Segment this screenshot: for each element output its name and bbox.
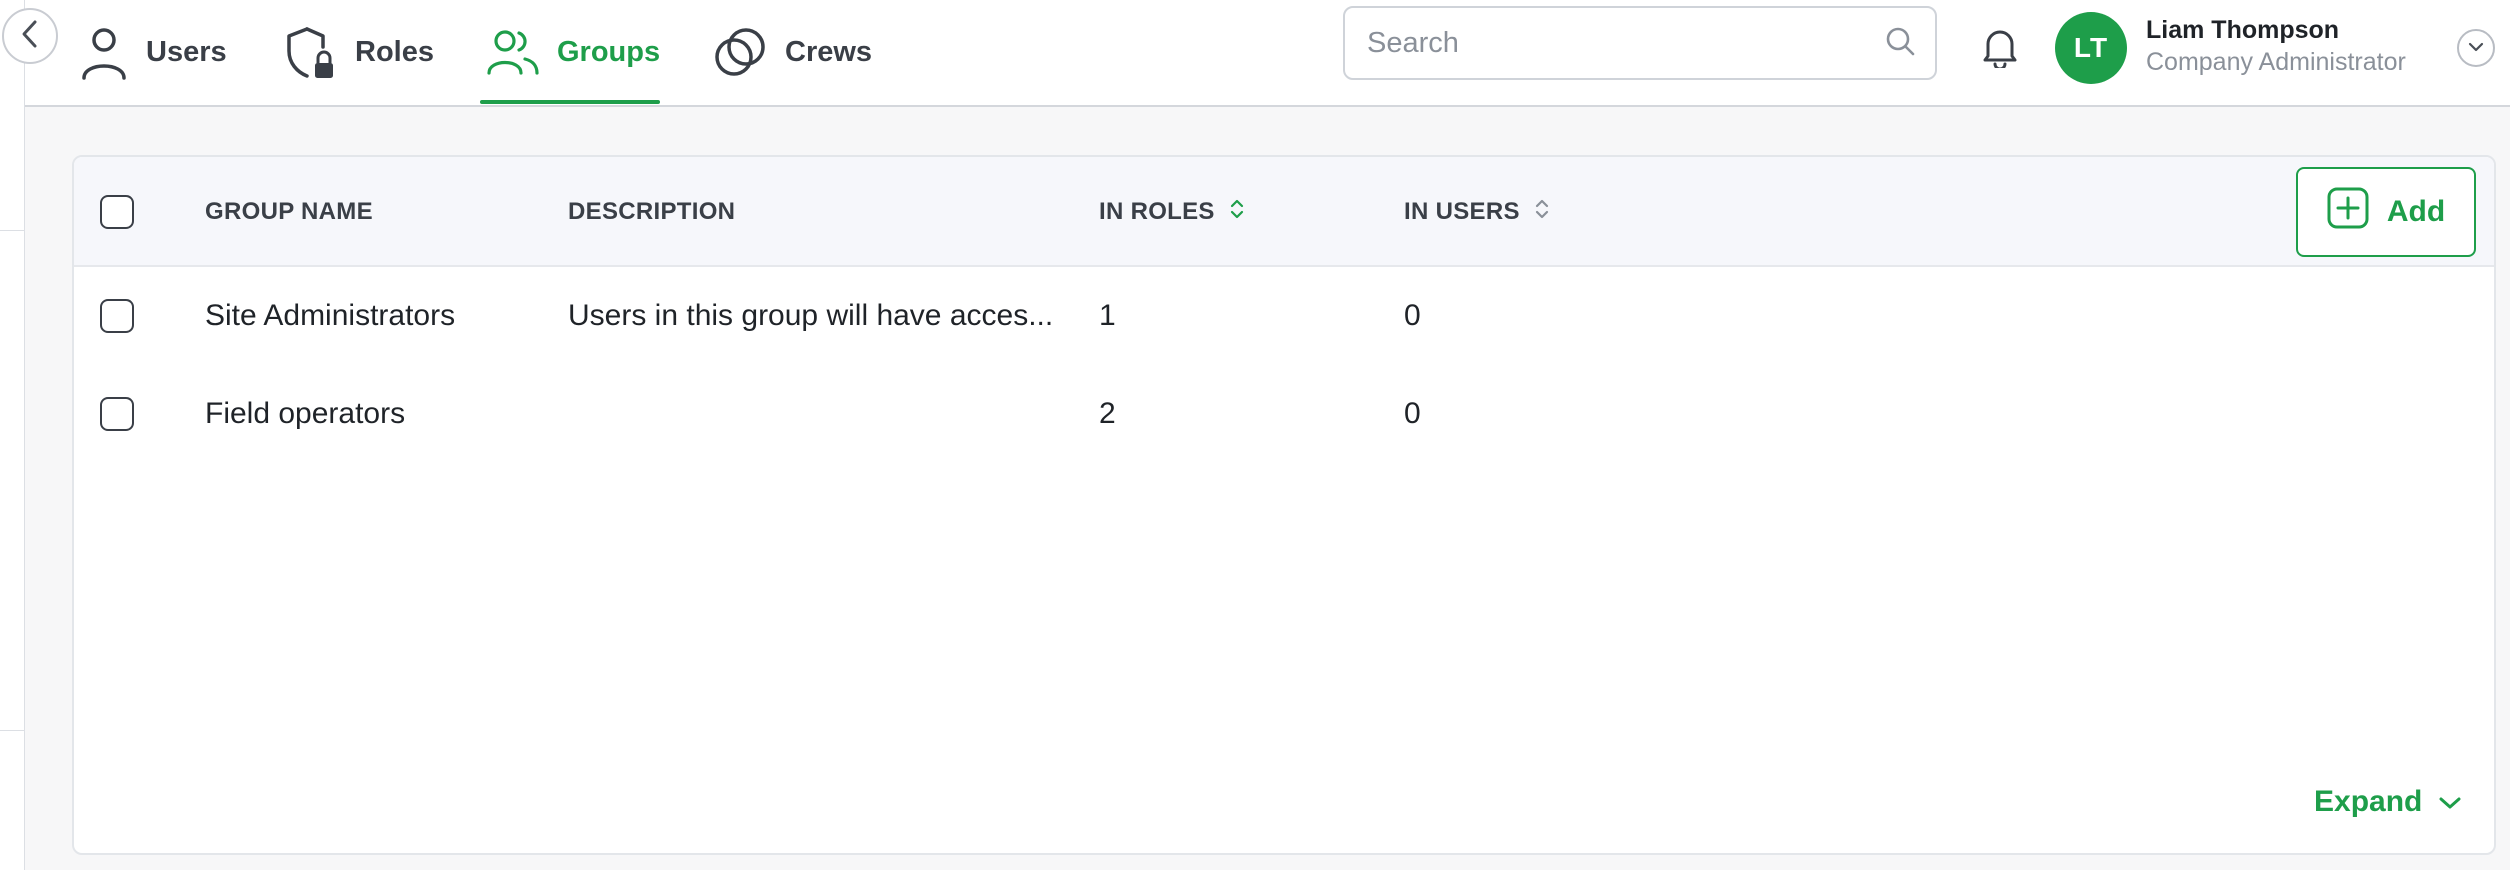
groups-table-card: GROUP NAME DESCRIPTION IN ROLES IN USERS — [72, 155, 2496, 855]
sort-icon[interactable] — [1534, 197, 1550, 228]
column-header-group-name: GROUP NAME — [205, 157, 373, 267]
column-header-label: DESCRIPTION — [568, 198, 736, 225]
in-users-cell: 0 — [1404, 299, 1421, 332]
sort-icon[interactable] — [1229, 197, 1245, 228]
tab-roles[interactable]: Roles — [285, 0, 434, 105]
description-cell: Users in this group will have acces... — [568, 299, 1054, 332]
tab-roles-label: Roles — [355, 36, 434, 68]
column-header-label: IN ROLES — [1099, 198, 1215, 225]
column-header-label: GROUP NAME — [205, 198, 373, 225]
row-checkbox[interactable] — [100, 299, 134, 333]
left-rail — [0, 0, 25, 870]
user-name: Liam Thompson — [2146, 16, 2340, 44]
crews-icon — [713, 26, 767, 80]
search-input[interactable] — [1367, 26, 1885, 60]
add-button-label: Add — [2386, 195, 2446, 228]
tab-groups-label: Groups — [557, 36, 661, 68]
search-icon — [1885, 26, 1915, 61]
in-roles-cell: 1 — [1099, 299, 1116, 332]
tab-users[interactable]: Users — [80, 0, 227, 105]
plus-square-icon — [2327, 187, 2369, 237]
in-roles-cell: 2 — [1099, 397, 1116, 430]
select-all-checkbox[interactable] — [100, 195, 134, 229]
table-header: GROUP NAME DESCRIPTION IN ROLES IN USERS — [74, 157, 2494, 267]
avatar[interactable]: LT — [2055, 12, 2127, 84]
app: Users Roles Groups Crews Search LT Liam … — [0, 0, 2510, 870]
chevron-down-icon — [2468, 39, 2484, 57]
expand-label: Expand — [2314, 785, 2423, 818]
active-tab-indicator — [480, 100, 660, 104]
user-menu-button[interactable] — [2457, 29, 2495, 67]
add-group-button[interactable]: Add — [2296, 167, 2476, 257]
column-header-description: DESCRIPTION — [568, 157, 735, 267]
rail-divider — [0, 230, 25, 231]
tab-users-label: Users — [146, 36, 227, 68]
table-row[interactable]: Field operators 2 0 — [74, 365, 2494, 463]
shield-lock-icon — [285, 25, 337, 81]
user-icon — [80, 26, 128, 80]
column-header-in-users[interactable]: IN USERS — [1404, 157, 1550, 267]
notifications-bell-icon[interactable] — [1975, 22, 2025, 72]
user-role: Company Administrator — [2146, 48, 2406, 76]
table-row[interactable]: Site Administrators Users in this group … — [74, 267, 2494, 365]
group-name-cell: Field operators — [205, 397, 406, 430]
in-users-cell: 0 — [1404, 397, 1421, 430]
tab-groups[interactable]: Groups — [487, 0, 660, 105]
top-bar: Users Roles Groups Crews Search LT Liam … — [25, 0, 2510, 107]
collapse-sidebar-button[interactable] — [2, 8, 58, 64]
column-header-in-roles[interactable]: IN ROLES — [1099, 157, 1245, 267]
row-checkbox[interactable] — [100, 397, 134, 431]
rail-divider — [0, 730, 25, 731]
group-icon — [487, 29, 539, 77]
description-cell — [568, 365, 1068, 463]
tab-crews-label: Crews — [785, 36, 873, 68]
tab-crews[interactable]: Crews — [713, 0, 872, 105]
expand-button[interactable]: Expand — [2314, 777, 2462, 827]
chevron-down-icon — [2438, 785, 2462, 819]
column-header-label: IN USERS — [1404, 198, 1520, 225]
chevron-left-icon — [20, 19, 40, 54]
group-name-cell: Site Administrators — [205, 299, 456, 332]
search-box[interactable] — [1343, 6, 1937, 80]
